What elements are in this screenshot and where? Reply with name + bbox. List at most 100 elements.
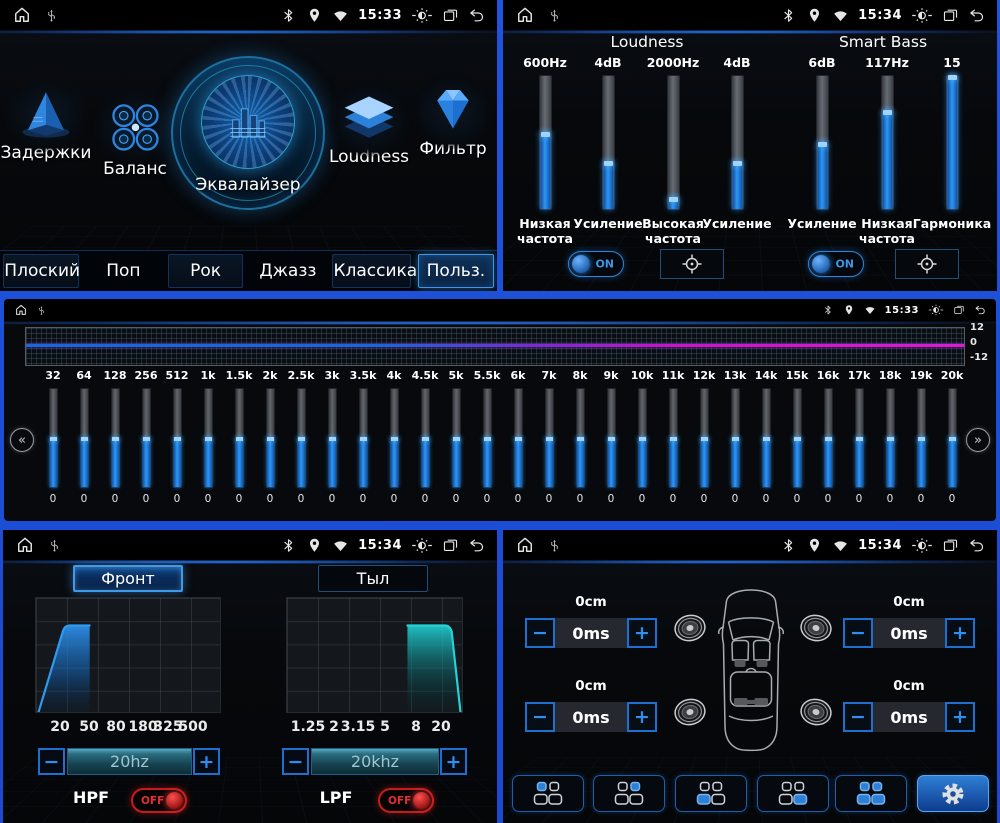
eq-band-slider[interactable] — [49, 388, 58, 488]
eq-band[interactable]: 1k 0 — [192, 369, 224, 505]
page-right-button[interactable]: » — [966, 428, 990, 452]
eq-band-slider[interactable] — [793, 388, 802, 488]
home-icon[interactable] — [15, 535, 35, 555]
home-icon[interactable] — [515, 5, 535, 25]
preset-tab-Рок[interactable]: Рок — [168, 254, 244, 288]
hpf-frequency-slider[interactable]: 20hz — [67, 748, 192, 775]
preset-tab-Плоский[interactable]: Плоский — [3, 254, 79, 288]
eq-band-slider[interactable] — [545, 388, 554, 488]
eq-band-slider[interactable] — [111, 388, 120, 488]
tab-rear[interactable]: Тыл — [318, 565, 428, 592]
home-icon[interactable] — [14, 303, 28, 317]
seat-config-all[interactable] — [835, 775, 907, 812]
slider-track[interactable] — [731, 75, 744, 210]
tab-front[interactable]: Фронт — [73, 565, 183, 592]
loudness-on-toggle[interactable]: ON — [568, 251, 624, 277]
loudness-slider[interactable]: 4dB Усиление — [705, 55, 769, 232]
home-icon[interactable] — [12, 5, 32, 25]
eq-band[interactable]: 7k 0 — [533, 369, 565, 505]
eq-band[interactable]: 16k 0 — [812, 369, 844, 505]
recents-icon[interactable] — [942, 537, 959, 554]
lpf-off-toggle[interactable]: OFF — [378, 788, 434, 813]
eq-band-slider[interactable] — [948, 388, 957, 488]
lpf-increase-button[interactable]: + — [440, 748, 467, 775]
loudness-reset-button[interactable] — [660, 249, 724, 279]
preset-tab-Поп[interactable]: Поп — [86, 254, 162, 288]
eq-band[interactable]: 5k 0 — [440, 369, 472, 505]
eq-band[interactable]: 3.5k 0 — [347, 369, 379, 505]
eq-band-slider[interactable] — [731, 388, 740, 488]
menu-item-balance[interactable]: Баланс — [92, 96, 178, 179]
eq-band-slider[interactable] — [297, 388, 306, 488]
eq-band-slider[interactable] — [638, 388, 647, 488]
delay-increase-button[interactable]: + — [627, 618, 657, 648]
home-icon[interactable] — [515, 535, 535, 555]
brightness-icon[interactable] — [911, 536, 933, 555]
brightness-icon[interactable] — [411, 536, 433, 555]
page-left-button[interactable]: « — [10, 428, 34, 452]
eq-band-slider[interactable] — [514, 388, 523, 488]
eq-band-slider[interactable] — [917, 388, 926, 488]
smart-bass-reset-button[interactable] — [895, 249, 959, 279]
back-icon[interactable] — [974, 304, 986, 316]
eq-band[interactable]: 19k 0 — [905, 369, 937, 505]
menu-item-filter[interactable]: Фильтр — [412, 86, 494, 159]
eq-band-slider[interactable] — [235, 388, 244, 488]
eq-band[interactable]: 11k 0 — [657, 369, 689, 505]
recents-icon[interactable] — [442, 7, 459, 24]
slider-track[interactable] — [881, 75, 894, 210]
slider-track[interactable] — [539, 75, 552, 210]
eq-band[interactable]: 3k 0 — [316, 369, 348, 505]
seat-config-front-left[interactable] — [512, 775, 584, 812]
smart-bass-on-toggle[interactable]: ON — [808, 251, 864, 277]
loudness-slider[interactable]: 117Hz Низкая частота — [855, 55, 919, 247]
back-icon[interactable] — [468, 537, 485, 554]
slider-track[interactable] — [667, 75, 680, 210]
lpf-decrease-button[interactable]: − — [282, 748, 309, 775]
menu-item-delays[interactable]: Задержки — [4, 88, 88, 163]
brightness-icon[interactable] — [928, 303, 944, 317]
eq-band-slider[interactable] — [390, 388, 399, 488]
brightness-icon[interactable] — [911, 6, 933, 25]
slider-track[interactable] — [602, 75, 615, 210]
eq-band[interactable]: 512 0 — [161, 369, 193, 505]
eq-band[interactable]: 2k 0 — [254, 369, 286, 505]
seat-config-front-right[interactable] — [593, 775, 665, 812]
preset-tab-Польз.[interactable]: Польз. — [418, 254, 494, 288]
delay-decrease-button[interactable]: − — [525, 618, 555, 648]
eq-band-slider[interactable] — [700, 388, 709, 488]
brightness-icon[interactable] — [411, 6, 433, 25]
loudness-slider[interactable]: 4dB Усиление — [576, 55, 640, 232]
loudness-slider[interactable]: 6dB Усиление — [790, 55, 854, 232]
hpf-off-toggle[interactable]: OFF — [131, 788, 187, 813]
eq-band-slider[interactable] — [173, 388, 182, 488]
loudness-slider[interactable]: 15 Гармоника — [920, 55, 984, 232]
eq-band[interactable]: 8k 0 — [564, 369, 596, 505]
eq-band[interactable]: 64 0 — [68, 369, 100, 505]
eq-band-slider[interactable] — [359, 388, 368, 488]
back-icon[interactable] — [968, 7, 985, 24]
delay-decrease-button[interactable]: − — [843, 618, 873, 648]
recents-icon[interactable] — [953, 304, 965, 316]
menu-item-loudness[interactable]: Loudness — [324, 94, 414, 167]
eq-band[interactable]: 6k 0 — [502, 369, 534, 505]
slider-track[interactable] — [946, 75, 959, 210]
back-icon[interactable] — [968, 537, 985, 554]
eq-band-slider[interactable] — [576, 388, 585, 488]
eq-band-slider[interactable] — [886, 388, 895, 488]
eq-band[interactable]: 4.5k 0 — [409, 369, 441, 505]
seat-config-rear-right[interactable] — [757, 775, 829, 812]
eq-band[interactable]: 4k 0 — [378, 369, 410, 505]
eq-band[interactable]: 17k 0 — [843, 369, 875, 505]
eq-band-slider[interactable] — [328, 388, 337, 488]
eq-band-slider[interactable] — [669, 388, 678, 488]
seat-config-rear-left[interactable] — [675, 775, 747, 812]
eq-band-slider[interactable] — [80, 388, 89, 488]
delay-increase-button[interactable]: + — [627, 702, 657, 732]
preset-tab-Классика[interactable]: Классика — [332, 254, 411, 288]
eq-band[interactable]: 256 0 — [130, 369, 162, 505]
eq-band[interactable]: 10k 0 — [626, 369, 658, 505]
slider-track[interactable] — [816, 75, 829, 210]
eq-band-slider[interactable] — [762, 388, 771, 488]
eq-band-slider[interactable] — [142, 388, 151, 488]
